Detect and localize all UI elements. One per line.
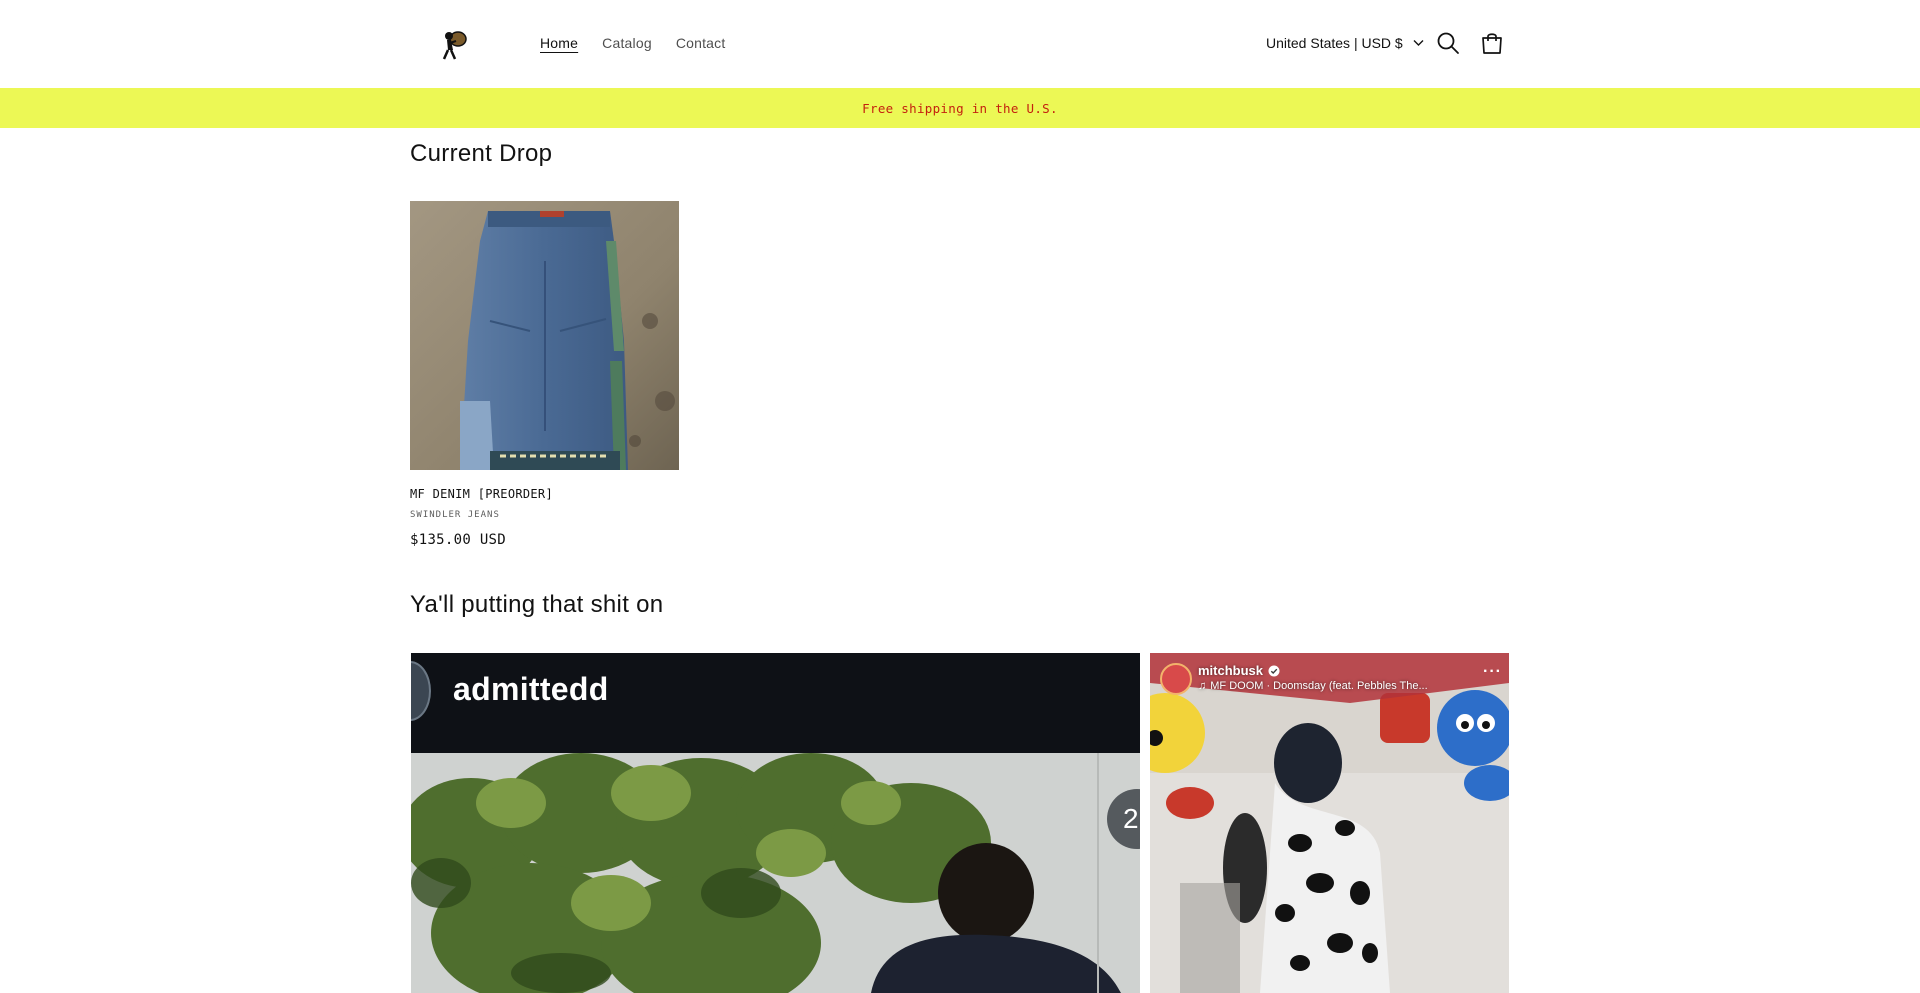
- video-song: MF DOOM · Doomsday (feat. Pebbles The...: [1210, 680, 1428, 692]
- verified-badge-icon: [1268, 665, 1280, 676]
- thief-logo-icon: [442, 31, 467, 60]
- search-icon: [1437, 32, 1459, 54]
- announcement-text: Free shipping in the U.S.: [862, 100, 1058, 116]
- store-logo[interactable]: [436, 28, 474, 62]
- section-title-current-drop: Current Drop: [410, 140, 553, 167]
- nav-home[interactable]: Home: [540, 35, 578, 51]
- product-price: $135.00 USD: [410, 532, 507, 548]
- product-vendor: SWINDLER JEANS: [410, 510, 500, 520]
- video-username: mitchbusk: [1198, 663, 1264, 678]
- announcement-bar: Free shipping in the U.S.: [0, 88, 1920, 128]
- site-header: Home Catalog Contact United States | USD…: [0, 0, 1920, 88]
- ugc-video-1[interactable]: admittedd 2: [411, 653, 1140, 993]
- video-thumbnail-mural: [1150, 653, 1509, 993]
- main-nav: Home Catalog Contact: [540, 35, 749, 51]
- search-button[interactable]: [1435, 30, 1461, 56]
- product-image[interactable]: [410, 201, 679, 470]
- avatar: [1160, 663, 1192, 695]
- country-currency-selector[interactable]: United States | USD $: [1266, 35, 1424, 51]
- chevron-down-icon: [1413, 40, 1424, 46]
- ugc-video-2[interactable]: mitchbusk ♫ MF DOOM · Doomsday (feat. Pe…: [1150, 653, 1509, 993]
- cart-icon: [1482, 33, 1502, 54]
- cart-button[interactable]: [1479, 30, 1505, 56]
- denim-jeans-image: [410, 201, 679, 470]
- video-user-row: mitchbusk: [1198, 663, 1280, 678]
- music-note-icon: ♫: [1198, 680, 1207, 692]
- nav-contact[interactable]: Contact: [676, 35, 726, 51]
- country-selector-label: United States | USD $: [1266, 35, 1403, 51]
- more-options-icon[interactable]: ···: [1483, 663, 1502, 681]
- product-title[interactable]: MF DENIM [PREORDER]: [410, 487, 553, 501]
- nav-catalog[interactable]: Catalog: [602, 35, 652, 51]
- video-song-row: ♫ MF DOOM · Doomsday (feat. Pebbles The.…: [1198, 680, 1428, 692]
- video-username: admittedd: [453, 671, 609, 707]
- section-title-ugc: Ya'll putting that shit on: [410, 591, 664, 618]
